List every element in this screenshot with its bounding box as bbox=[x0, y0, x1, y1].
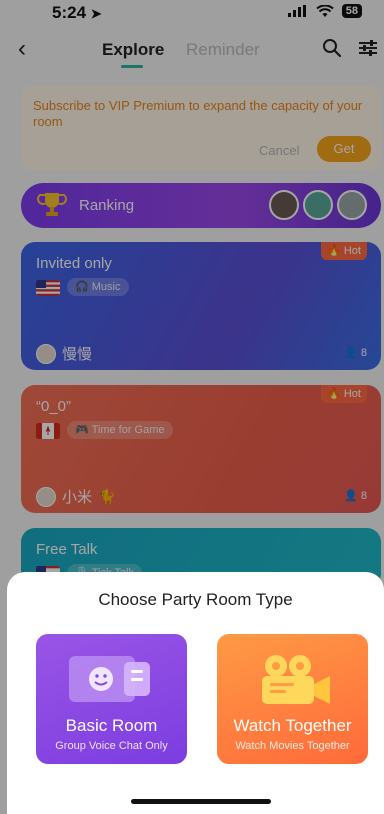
basic-room-subtitle: Group Voice Chat Only bbox=[55, 740, 168, 752]
watch-together-label: Watch Together bbox=[233, 716, 352, 735]
home-indicator bbox=[131, 799, 271, 804]
basic-room-label: Basic Room bbox=[65, 716, 158, 735]
room-type-sheet: Choose Party Room Type Basic Room Group … bbox=[7, 572, 384, 814]
chat-bubble-icon bbox=[69, 656, 150, 702]
explore-screen: 5:24 ➤ 58 ‹ Explore Reminder Subscribe t… bbox=[0, 0, 384, 814]
sheet-title: Choose Party Room Type bbox=[98, 590, 293, 609]
basic-room-option[interactable]: Basic Room Group Voice Chat Only bbox=[36, 634, 187, 764]
watch-together-subtitle: Watch Movies Together bbox=[235, 740, 350, 752]
watch-together-option[interactable]: Watch Together Watch Movies Together bbox=[217, 634, 368, 764]
movie-camera-icon bbox=[262, 655, 330, 704]
